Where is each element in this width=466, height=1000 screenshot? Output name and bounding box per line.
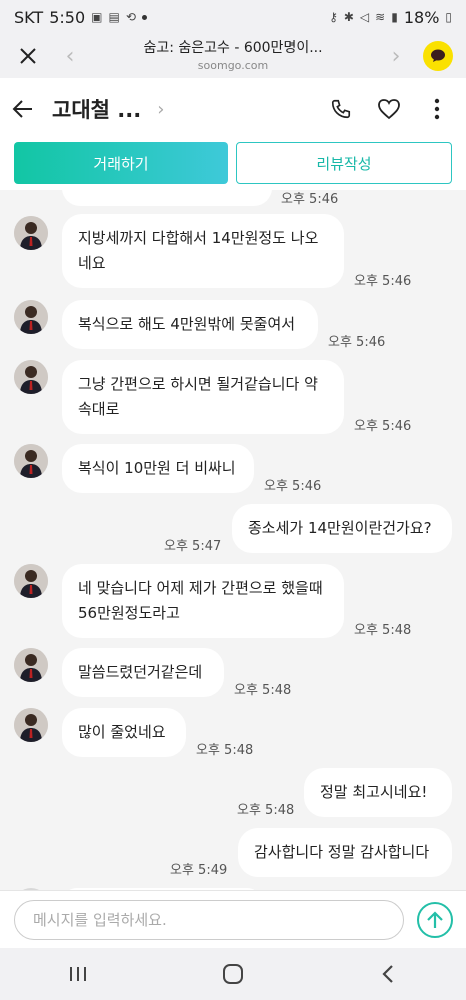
partner-name[interactable]: 고대철 ... <box>52 94 141 124</box>
sync-icon: ⟲ <box>125 10 136 24</box>
message-bubble: 지방세까지 다합해서 14만원정도 나오네요 <box>62 214 344 288</box>
more-button[interactable] <box>420 89 454 129</box>
message-bubble: 복식이 10만원 더 비싸니 <box>62 444 254 493</box>
phone-icon <box>331 99 351 119</box>
home-icon <box>222 964 243 984</box>
recent-apps-button[interactable] <box>48 954 108 994</box>
favorite-button[interactable] <box>372 89 406 129</box>
key-icon: ⚷ <box>329 10 338 24</box>
heart-icon <box>378 99 400 120</box>
my-message-bubble: 종소세가 14만원이란건가요? <box>232 504 452 553</box>
notification-icon: ▣ <box>91 10 103 24</box>
avatar[interactable] <box>14 300 48 334</box>
carrier-label: SKT <box>14 7 44 27</box>
kakao-button[interactable] <box>410 41 466 71</box>
message-time: 오후 5:48 <box>234 683 292 698</box>
deal-button[interactable]: 거래하기 <box>14 142 228 184</box>
input-bar <box>0 890 466 948</box>
message-bubble: 네 맞습니다 어제 제가 간편으로 했을때 56만원정도라고 <box>62 564 344 638</box>
back-arrow-icon: ‹ <box>65 43 75 69</box>
message-time: 오후 5:46 <box>281 192 339 207</box>
message-icon: ▤ <box>108 10 120 24</box>
system-nav-bar <box>0 948 466 1000</box>
avatar[interactable] <box>14 444 48 478</box>
close-icon <box>20 48 36 64</box>
avatar[interactable] <box>14 360 48 394</box>
avatar[interactable] <box>14 564 48 598</box>
browser-forward-button[interactable]: › <box>382 34 410 78</box>
avatar[interactable] <box>14 648 48 682</box>
recent-apps-icon <box>69 967 86 981</box>
forward-arrow-icon: › <box>391 43 401 69</box>
review-button[interactable]: 리뷰작성 <box>236 142 452 184</box>
message-time: 오후 5:46 <box>328 335 386 350</box>
battery-level: 18% <box>403 7 440 27</box>
avatar[interactable] <box>14 216 48 250</box>
browser-title-area: 숨고: 숨은고수 - 600만명이... soomgo.com <box>84 40 382 72</box>
message-input[interactable] <box>14 900 404 940</box>
browser-back-button[interactable]: ‹ <box>56 34 84 78</box>
message-bubble: 많이 줄었네요 <box>62 708 186 757</box>
message-time: 오후 5:48 <box>237 803 295 818</box>
message-time: 오후 5:46 <box>354 274 412 289</box>
phone-button[interactable] <box>324 89 358 129</box>
message-list[interactable]: 오후 5:46 지방세까지 다합해서 14만원정도 나오네요 오후 5:46 복… <box>0 190 466 890</box>
message-time: 오후 5:48 <box>354 623 412 638</box>
nav-back-icon <box>382 965 394 983</box>
back-button[interactable] <box>12 89 42 129</box>
my-message-bubble: 정말 최고시네요! <box>304 768 452 817</box>
browser-bar: ‹ 숨고: 숨은고수 - 600만명이... soomgo.com › <box>0 34 466 78</box>
message-time: 오후 5:46 <box>264 479 322 494</box>
message-bubble: 그냥 간편으로 하시면 될거같습니다 약속대로 <box>62 360 344 434</box>
avatar[interactable] <box>14 708 48 742</box>
wifi-icon: ≋ <box>375 10 386 24</box>
bluetooth-icon: ✱ <box>343 10 354 24</box>
close-button[interactable] <box>0 34 56 78</box>
action-row: 거래하기 리뷰작성 <box>0 140 466 190</box>
dot-icon <box>141 14 147 20</box>
my-message-bubble: 감사합니다 정말 감사합니다 <box>238 828 452 877</box>
browser-title: 숨고: 숨은고수 - 600만명이... <box>143 40 323 56</box>
message-time: 오후 5:46 <box>354 419 412 434</box>
send-button[interactable] <box>417 902 453 938</box>
message-bubble: 말씀드렸던거같은데 <box>62 648 224 697</box>
message-time: 오후 5:49 <box>170 863 228 878</box>
send-icon <box>427 911 443 928</box>
home-button[interactable] <box>203 954 263 994</box>
kakao-icon <box>423 41 453 71</box>
message-time: 오후 5:48 <box>196 743 254 758</box>
chevron-right-icon[interactable]: › <box>157 99 164 120</box>
message-bubble: 복식으로 해도 4만원밖에 못줄여서 <box>62 300 318 349</box>
mute-icon: ◁ <box>359 10 370 24</box>
status-bar: SKT 5:50 ▣ ▤ ⟲ ⚷ ✱ ◁ ≋ ▮ 18% ▯ <box>0 0 466 34</box>
battery-icon: ▯ <box>445 10 452 24</box>
chat-header: 고대철 ... › <box>0 78 466 140</box>
partial-bubble <box>62 190 272 206</box>
back-icon <box>12 100 32 118</box>
more-icon <box>434 98 440 120</box>
nav-back-button[interactable] <box>358 954 418 994</box>
clock: 5:50 <box>49 7 86 27</box>
browser-url: soomgo.com <box>197 58 269 72</box>
signal-icon: ▮ <box>391 10 398 24</box>
message-time: 오후 5:47 <box>164 539 222 554</box>
